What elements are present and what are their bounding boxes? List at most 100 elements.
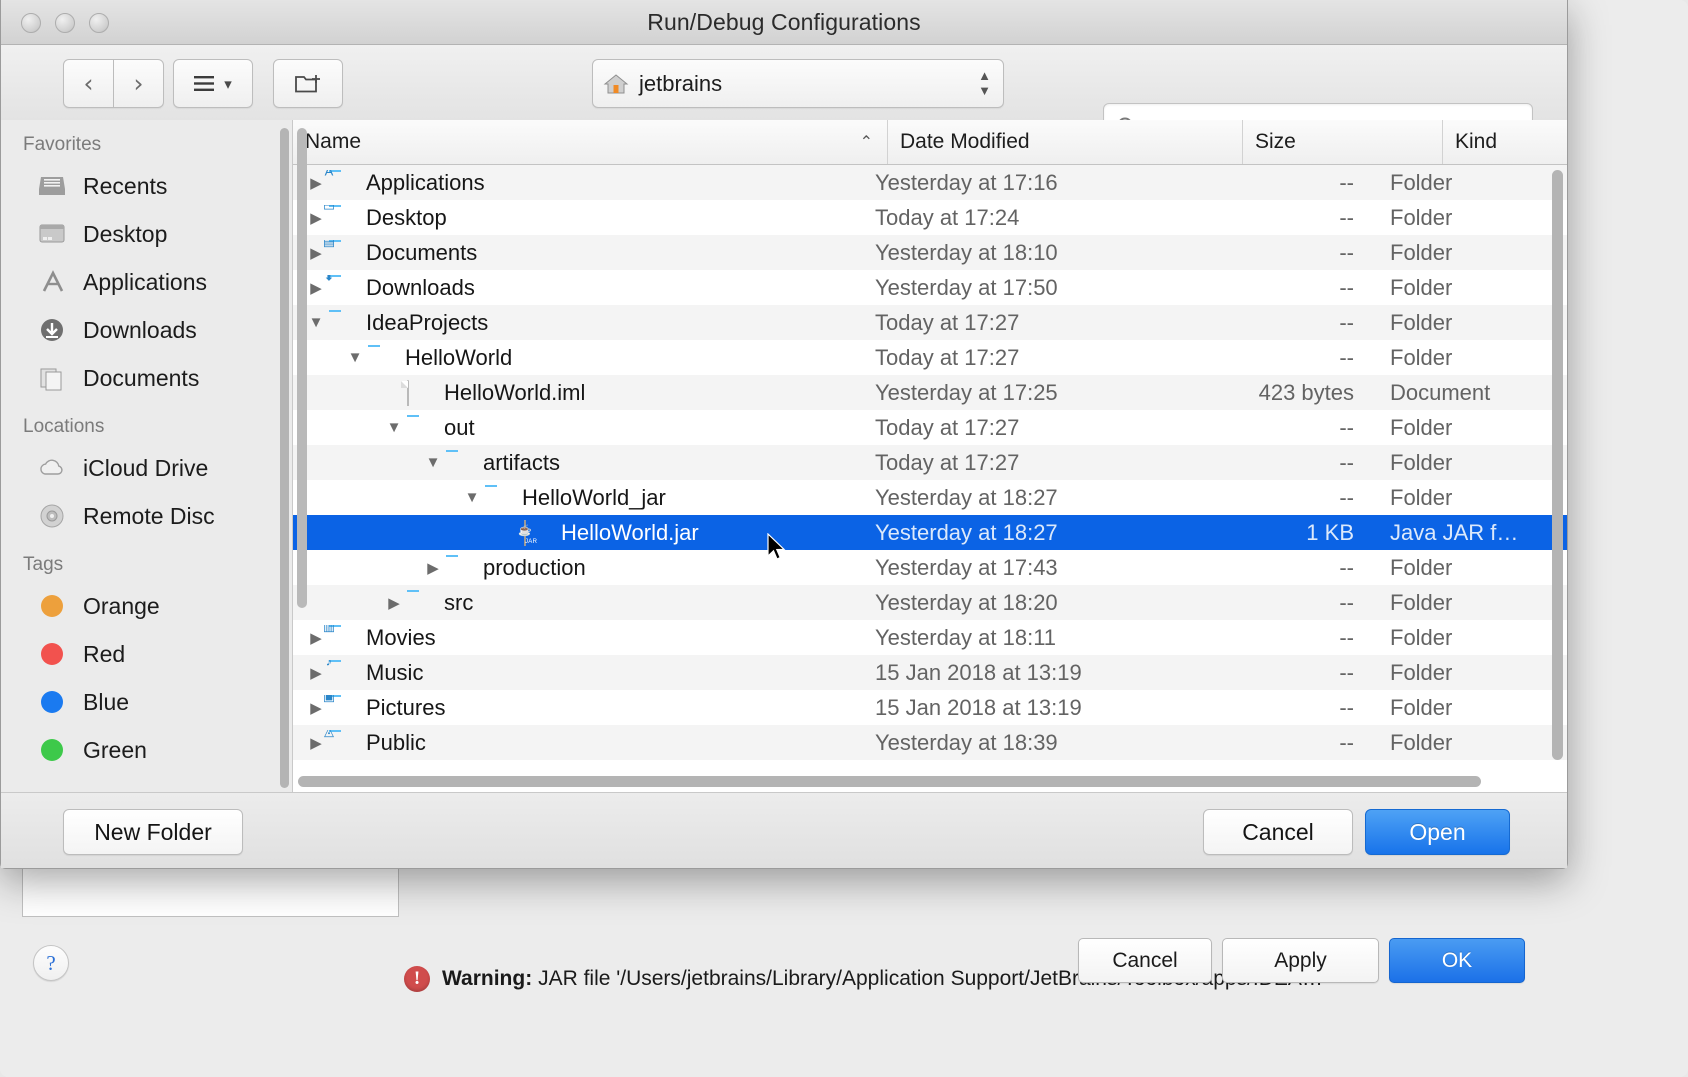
file-date-cell: Yesterday at 17:50 bbox=[875, 274, 1058, 300]
file-date-cell: Today at 17:27 bbox=[875, 344, 1020, 370]
sidebar-item-remote-disc[interactable]: Remote Disc bbox=[1, 492, 292, 540]
file-size-cell: -- bbox=[1339, 659, 1354, 685]
sidebar-item-icloud-drive[interactable]: iCloud Drive bbox=[1, 444, 292, 492]
table-row[interactable]: ☕JAR HelloWorld.jar Yesterday at 18:27 1 KB… bbox=[293, 515, 1567, 550]
tag-dot-icon bbox=[35, 639, 69, 669]
table-row[interactable]: ▶ production Yesterday at 17:43 -- Folder bbox=[293, 550, 1567, 585]
folder-icon bbox=[329, 311, 357, 335]
window-traffic-lights bbox=[21, 13, 109, 33]
sidebar-item-green[interactable]: Green bbox=[1, 726, 292, 774]
idea-cancel-button[interactable]: Cancel bbox=[1078, 938, 1212, 983]
minimize-window-icon[interactable] bbox=[55, 13, 75, 33]
table-row[interactable]: ▶ ⬇ Downloads Yesterday at 17:50 -- Folder bbox=[293, 270, 1567, 305]
table-row[interactable]: ▼ artifacts Today at 17:27 -- Folder bbox=[293, 445, 1567, 480]
table-row[interactable]: ▶ src Yesterday at 18:20 -- Folder bbox=[293, 585, 1567, 620]
column-header-size[interactable]: Size bbox=[1243, 120, 1443, 164]
file-date-cell: Yesterday at 17:25 bbox=[875, 379, 1058, 405]
file-name-cell: ▼ out bbox=[293, 415, 863, 441]
twisty-collapsed-icon[interactable]: ▶ bbox=[420, 559, 446, 577]
file-list-header: Name ⌃ Date Modified Size Kind bbox=[293, 120, 1567, 165]
file-name-label: HelloWorld.jar bbox=[561, 519, 699, 545]
folder-icon bbox=[368, 346, 396, 370]
view-options-button[interactable]: ▾ bbox=[173, 59, 253, 108]
cancel-button[interactable]: Cancel bbox=[1203, 809, 1353, 855]
file-size-cell: -- bbox=[1339, 484, 1354, 510]
twisty-collapsed-icon[interactable]: ▶ bbox=[381, 594, 407, 612]
file-date-cell: Yesterday at 18:39 bbox=[875, 729, 1058, 755]
back-button[interactable]: ‹ bbox=[63, 59, 114, 108]
sidebar-section-title: Locations bbox=[23, 416, 105, 437]
downloads-icon bbox=[35, 315, 69, 345]
file-name-label: HelloWorld.iml bbox=[444, 379, 586, 405]
file-list-horizontal-scrollbar[interactable] bbox=[298, 776, 1481, 787]
folder-pictures-icon: ▣ bbox=[322, 694, 336, 703]
column-header-kind-label: Kind bbox=[1455, 130, 1498, 153]
forward-button[interactable]: › bbox=[114, 59, 164, 108]
sidebar-item-recents[interactable]: Recents bbox=[1, 162, 292, 210]
file-name-label: Music bbox=[366, 659, 424, 685]
sidebar-item-red[interactable]: Red bbox=[1, 630, 292, 678]
sidebar-item-downloads[interactable]: Downloads bbox=[1, 306, 292, 354]
sheet-footer: New Folder Cancel Open bbox=[1, 792, 1567, 868]
icloud-icon bbox=[35, 453, 69, 483]
table-row[interactable]: ▶ ◬ Public Yesterday at 18:39 -- Folder bbox=[293, 725, 1567, 760]
file-list-vertical-scrollbar[interactable] bbox=[1552, 170, 1563, 760]
table-row[interactable]: ▶ ▭ Desktop Today at 17:24 -- Folder bbox=[293, 200, 1567, 235]
file-kind-cell: Folder bbox=[1390, 694, 1453, 720]
folder-movies-icon: ▥ bbox=[322, 624, 336, 633]
table-row[interactable]: ▶ ▤ Documents Yesterday at 18:10 -- Folder bbox=[293, 235, 1567, 270]
sidebar-item-blue[interactable]: Blue bbox=[1, 678, 292, 726]
open-button[interactable]: Open bbox=[1365, 809, 1510, 855]
table-row[interactable]: ▼ HelloWorld Today at 17:27 -- Folder bbox=[293, 340, 1567, 375]
file-name-cell: ▼ IdeaProjects bbox=[293, 310, 863, 336]
sidebar-item-desktop[interactable]: Desktop bbox=[1, 210, 292, 258]
twisty-expanded-icon[interactable]: ▼ bbox=[381, 419, 407, 436]
path-popup-button[interactable]: jetbrains ▲ ▼ bbox=[592, 59, 1004, 108]
file-kind-cell: Java JAR f… bbox=[1390, 519, 1519, 545]
up-down-stepper-icon[interactable]: ▲ ▼ bbox=[978, 68, 991, 98]
new-folder-button[interactable] bbox=[273, 59, 343, 108]
tag-dot-icon bbox=[35, 735, 69, 765]
disc-icon bbox=[35, 501, 69, 531]
close-window-icon[interactable] bbox=[21, 13, 41, 33]
sidebar-item-orange[interactable]: Orange bbox=[1, 582, 292, 630]
sidebar-item-applications[interactable]: Applications bbox=[1, 258, 292, 306]
table-row[interactable]: ▼ IdeaProjects Today at 17:27 -- Folder bbox=[293, 305, 1567, 340]
table-row[interactable]: ▶ ♪ Music 15 Jan 2018 at 13:19 -- Folder bbox=[293, 655, 1567, 690]
table-row[interactable]: ▶ ▥ Movies Yesterday at 18:11 -- Folder bbox=[293, 620, 1567, 655]
table-row[interactable]: ▼ HelloWorld_jar Yesterday at 18:27 -- Folde… bbox=[293, 480, 1567, 515]
new-folder-button-footer[interactable]: New Folder bbox=[63, 809, 243, 855]
file-size-cell: -- bbox=[1339, 694, 1354, 720]
file-size-cell: -- bbox=[1339, 204, 1354, 230]
sidebar-item-label: Applications bbox=[83, 268, 208, 295]
table-row[interactable]: HelloWorld.iml Yesterday at 17:25 423 byte… bbox=[293, 375, 1567, 410]
table-row[interactable]: ▶ A Applications Yesterday at 17:16 -- Folder bbox=[293, 165, 1567, 200]
sidebar-item-documents[interactable]: Documents bbox=[1, 354, 292, 402]
file-size-cell: 1 KB bbox=[1306, 519, 1354, 545]
table-row[interactable]: ▶ ▣ Pictures 15 Jan 2018 at 13:19 -- Folder bbox=[293, 690, 1567, 725]
warning-label: Warning: bbox=[442, 967, 533, 990]
maximize-window-icon[interactable] bbox=[89, 13, 109, 33]
twisty-expanded-icon[interactable]: ▼ bbox=[420, 454, 446, 471]
sidebar: Favorites Recents Desktop Applications Downl… bbox=[1, 120, 293, 793]
twisty-expanded-icon[interactable]: ▼ bbox=[342, 349, 368, 366]
file-name-cell: ▶ ⬇ Downloads bbox=[293, 275, 863, 301]
list-view-icon bbox=[194, 75, 215, 91]
help-button[interactable]: ? bbox=[33, 945, 69, 981]
file-name-label: HelloWorld bbox=[405, 344, 513, 370]
sidebar-item-label: iCloud Drive bbox=[83, 454, 209, 481]
twisty-expanded-icon[interactable]: ▼ bbox=[459, 489, 485, 506]
file-name-label: Desktop bbox=[366, 204, 447, 230]
file-date-cell: Yesterday at 18:20 bbox=[875, 589, 1058, 615]
column-header-date[interactable]: Date Modified bbox=[888, 120, 1243, 164]
table-row[interactable]: ▼ out Today at 17:27 -- Folder bbox=[293, 410, 1567, 445]
idea-apply-button[interactable]: Apply bbox=[1222, 938, 1379, 983]
file-name-cell: ▶ A Applications bbox=[293, 170, 863, 196]
open-file-sheet: Run/Debug Configurations ‹ › ▾ jetbrains… bbox=[0, 0, 1568, 869]
column-header-kind[interactable]: Kind bbox=[1443, 120, 1567, 164]
idea-ok-button[interactable]: OK bbox=[1389, 938, 1525, 983]
column-header-name[interactable]: Name ⌃ bbox=[293, 120, 888, 164]
sidebar-scrollbar[interactable] bbox=[280, 128, 289, 788]
file-list-left-scrollbar[interactable] bbox=[297, 128, 307, 608]
chevron-right-icon: › bbox=[133, 69, 144, 98]
